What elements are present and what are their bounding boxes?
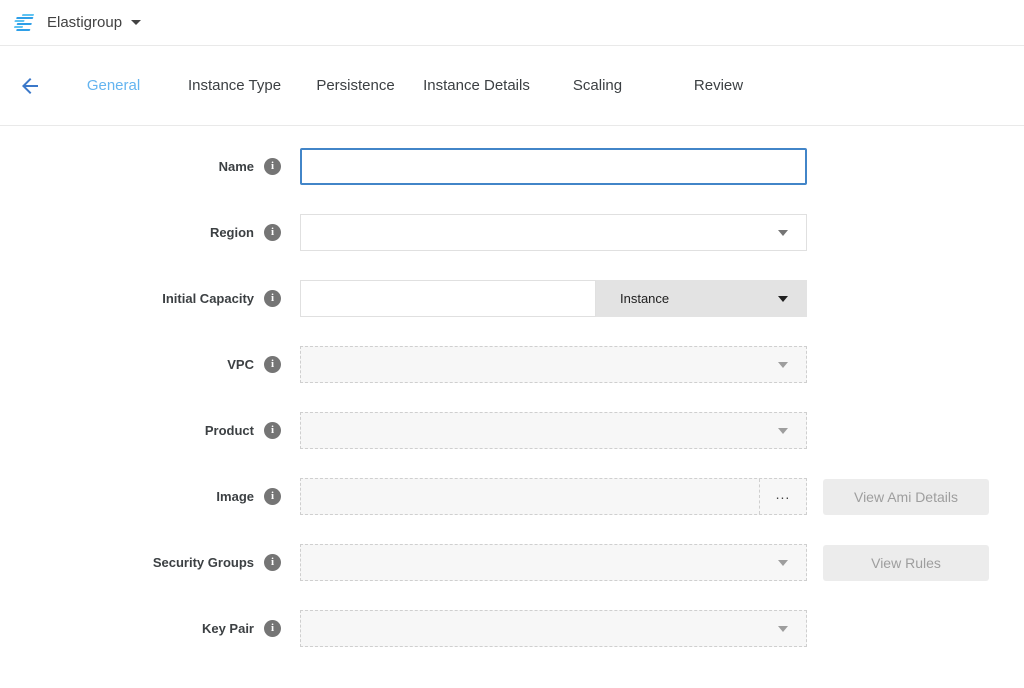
image-input: [301, 479, 759, 514]
view-ami-details-button[interactable]: View Ami Details: [823, 479, 989, 515]
general-settings-form: Name i Region i Initial Capacity i Insta…: [0, 126, 1024, 647]
info-icon[interactable]: i: [264, 224, 281, 241]
key-pair-label: Key Pair: [202, 621, 254, 636]
chevron-down-icon: [778, 296, 788, 302]
form-row-key-pair: Key Pair i: [0, 610, 1024, 647]
chevron-down-icon: [778, 560, 788, 566]
chevron-down-icon: [778, 428, 788, 434]
view-rules-button[interactable]: View Rules: [823, 545, 989, 581]
info-icon[interactable]: i: [264, 554, 281, 571]
chevron-down-icon: [778, 626, 788, 632]
capacity-unit-value: Instance: [620, 291, 669, 306]
wizard-tabs: General Instance Type Persistence Instan…: [53, 77, 779, 94]
back-arrow-icon[interactable]: [18, 74, 42, 98]
capacity-unit-select[interactable]: Instance: [596, 280, 807, 317]
security-groups-label: Security Groups: [153, 555, 254, 570]
info-icon[interactable]: i: [264, 422, 281, 439]
initial-capacity-label: Initial Capacity: [162, 291, 254, 306]
tab-scaling[interactable]: Scaling: [537, 77, 658, 94]
form-row-product: Product i: [0, 412, 1024, 449]
key-pair-select: [300, 610, 807, 647]
tab-review[interactable]: Review: [658, 77, 779, 94]
vpc-select: [300, 346, 807, 383]
tab-instance-details[interactable]: Instance Details: [416, 77, 537, 94]
info-icon[interactable]: i: [264, 290, 281, 307]
form-row-region: Region i: [0, 214, 1024, 251]
info-icon[interactable]: i: [264, 620, 281, 637]
chevron-down-icon[interactable]: [131, 20, 141, 25]
info-icon[interactable]: i: [264, 488, 281, 505]
form-row-initial-capacity: Initial Capacity i Instance: [0, 280, 1024, 317]
form-row-security-groups: Security Groups i View Rules: [0, 544, 1024, 581]
image-label: Image: [216, 489, 254, 504]
app-title[interactable]: Elastigroup: [47, 14, 122, 31]
security-groups-select: [300, 544, 807, 581]
tab-persistence[interactable]: Persistence: [295, 77, 416, 94]
product-label: Product: [205, 423, 254, 438]
region-label: Region: [210, 225, 254, 240]
region-select[interactable]: [300, 214, 807, 251]
product-select: [300, 412, 807, 449]
tab-general[interactable]: General: [53, 77, 174, 94]
name-input[interactable]: [300, 148, 807, 185]
name-label: Name: [219, 159, 254, 174]
form-row-image: Image i ... View Ami Details: [0, 478, 1024, 515]
chevron-down-icon: [778, 362, 788, 368]
form-row-name: Name i: [0, 148, 1024, 185]
chevron-down-icon: [778, 230, 788, 236]
form-row-vpc: VPC i: [0, 346, 1024, 383]
vpc-label: VPC: [227, 357, 254, 372]
browse-image-button[interactable]: ...: [759, 479, 806, 514]
top-bar: Elastigroup: [0, 0, 1024, 46]
wizard-tab-bar: General Instance Type Persistence Instan…: [0, 46, 1024, 126]
elastigroup-logo-icon: [12, 14, 38, 32]
initial-capacity-input[interactable]: [300, 280, 596, 317]
info-icon[interactable]: i: [264, 158, 281, 175]
tab-instance-type[interactable]: Instance Type: [174, 77, 295, 94]
info-icon[interactable]: i: [264, 356, 281, 373]
